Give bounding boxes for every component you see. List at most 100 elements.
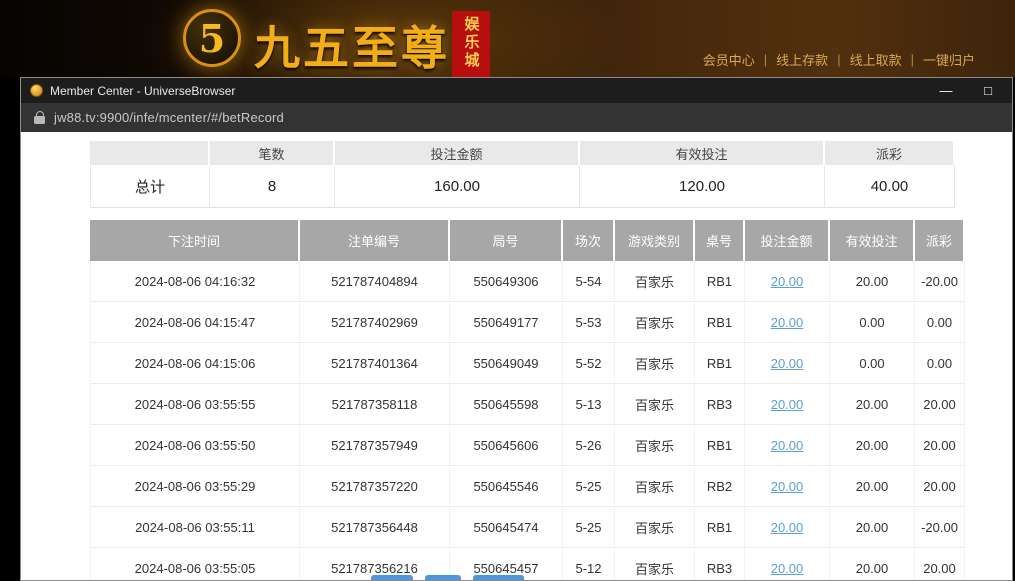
pagination [371,575,524,580]
payout-cell: 20.00 [915,466,965,507]
header-bet-id: 注单编号 [300,220,450,261]
round-id-cell: 550645474 [450,507,563,548]
minimize-button[interactable]: — [939,78,953,103]
table-row: 2024-08-06 03:55:11 521787356448 5506454… [90,507,965,548]
payout-cell: 0.00 [915,343,965,384]
brand-logo-icon: 5 [183,9,241,67]
summary-header-blank [90,141,210,165]
valid-bet-cell: 20.00 [830,384,915,425]
session-cell: 5-52 [563,343,615,384]
valid-bet-cell: 0.00 [830,343,915,384]
table-row: 2024-08-06 03:55:55 521787358118 5506455… [90,384,965,425]
table-no-cell: RB1 [695,507,745,548]
table-no-cell: RB1 [695,302,745,343]
game-type-cell: 百家乐 [615,343,695,384]
valid-bet-cell: 20.00 [830,507,915,548]
bet-amount-cell: 20.00 [745,384,830,425]
bet-amount-link[interactable]: 20.00 [771,479,804,494]
browser-window: Member Center - UniverseBrowser — □ jw88… [20,77,1013,581]
bet-amount-cell: 20.00 [745,507,830,548]
session-cell: 5-53 [563,302,615,343]
nav-separator: | [764,52,767,67]
window-controls: — □ [939,78,1003,103]
window-title: Member Center - UniverseBrowser [50,84,235,98]
summary-header-valid-bet: 有效投注 [580,141,825,165]
summary-header-count: 笔数 [210,141,335,165]
table-row: 2024-08-06 03:55:29 521787357220 5506455… [90,466,965,507]
bet-amount-link[interactable]: 20.00 [771,561,804,576]
payout-cell: 20.00 [915,548,965,580]
game-type-cell: 百家乐 [615,425,695,466]
header-payout: 派彩 [915,220,965,261]
round-id-cell: 550649306 [450,261,563,302]
bet-table-header-row: 下注时间 注单编号 局号 场次 游戏类别 桌号 投注金额 有效投注 派彩 [90,220,965,261]
bet-time-cell: 2024-08-06 04:15:06 [90,343,300,384]
page-content: 笔数 投注金额 有效投注 派彩 总计 8 160.00 120.00 40.00 [21,132,1012,580]
table-row: 2024-08-06 04:16:32 521787404894 5506493… [90,261,965,302]
valid-bet-cell: 0.00 [830,302,915,343]
bet-amount-cell: 20.00 [745,425,830,466]
site-banner: 5 九五至尊 娱乐城 会员中心 | 线上存款 | 线上取款 | 一键归户 [0,0,1015,77]
table-no-cell: RB2 [695,466,745,507]
bet-time-cell: 2024-08-06 03:55:50 [90,425,300,466]
summary-total-row: 总计 8 160.00 120.00 40.00 [90,165,955,208]
bet-id-cell: 521787357949 [300,425,450,466]
url-text[interactable]: jw88.tv:9900/infe/mcenter/#/betRecord [54,110,284,125]
game-type-cell: 百家乐 [615,507,695,548]
nav-online-withdraw[interactable]: 线上取款 [850,50,902,69]
session-cell: 5-25 [563,507,615,548]
total-count: 8 [210,165,335,208]
table-no-cell: RB1 [695,343,745,384]
payout-cell: -20.00 [915,507,965,548]
nav-member-center[interactable]: 会员中心 [703,50,755,69]
bet-amount-link[interactable]: 20.00 [771,520,804,535]
maximize-button[interactable]: □ [981,78,995,103]
table-row: 2024-08-06 04:15:06 521787401364 5506490… [90,343,965,384]
pagination-button-next[interactable] [473,575,524,580]
round-id-cell: 550645546 [450,466,563,507]
summary-header-row: 笔数 投注金额 有效投注 派彩 [90,141,955,165]
table-no-cell: RB1 [695,261,745,302]
header-bet-time: 下注时间 [90,220,300,261]
nav-online-deposit[interactable]: 线上存款 [776,50,828,69]
bet-table: 下注时间 注单编号 局号 场次 游戏类别 桌号 投注金额 有效投注 派彩 202… [90,220,965,580]
round-id-cell: 550649177 [450,302,563,343]
brand-badge: 娱乐城 [452,11,490,77]
bet-amount-link[interactable]: 20.00 [771,356,804,371]
nav-one-key-transfer[interactable]: 一键归户 [923,50,975,69]
bet-amount-link[interactable]: 20.00 [771,274,804,289]
bet-amount-cell: 20.00 [745,261,830,302]
banner-nav: 会员中心 | 线上存款 | 线上取款 | 一键归户 [703,50,975,69]
valid-bet-cell: 20.00 [830,548,915,580]
bet-time-cell: 2024-08-06 03:55:55 [90,384,300,425]
bet-amount-cell: 20.00 [745,302,830,343]
bet-id-cell: 521787402969 [300,302,450,343]
address-bar: jw88.tv:9900/infe/mcenter/#/betRecord [21,103,1012,133]
bet-amount-cell: 20.00 [745,466,830,507]
header-bet-amount: 投注金额 [745,220,830,261]
bet-time-cell: 2024-08-06 03:55:29 [90,466,300,507]
bet-amount-cell: 20.00 [745,343,830,384]
bet-amount-link[interactable]: 20.00 [771,438,804,453]
brand-title: 九五至尊 [254,12,450,77]
summary-table: 笔数 投注金额 有效投注 派彩 总计 8 160.00 120.00 40.00 [90,141,955,208]
bet-time-cell: 2024-08-06 03:55:11 [90,507,300,548]
session-cell: 5-54 [563,261,615,302]
payout-cell: 0.00 [915,302,965,343]
valid-bet-cell: 20.00 [830,425,915,466]
bet-amount-link[interactable]: 20.00 [771,397,804,412]
bet-id-cell: 521787401364 [300,343,450,384]
payout-cell: 20.00 [915,384,965,425]
pagination-button-page[interactable] [425,575,461,580]
round-id-cell: 550645606 [450,425,563,466]
bet-table-body: 2024-08-06 04:16:32 521787404894 5506493… [90,261,965,580]
lock-icon[interactable] [34,111,45,124]
pagination-button-prev[interactable] [371,575,413,580]
header-table-no: 桌号 [695,220,745,261]
summary-header-bet-amount: 投注金额 [335,141,580,165]
game-type-cell: 百家乐 [615,302,695,343]
bet-id-cell: 521787404894 [300,261,450,302]
window-titlebar: Member Center - UniverseBrowser — □ [21,78,1012,103]
bet-amount-link[interactable]: 20.00 [771,315,804,330]
valid-bet-cell: 20.00 [830,466,915,507]
